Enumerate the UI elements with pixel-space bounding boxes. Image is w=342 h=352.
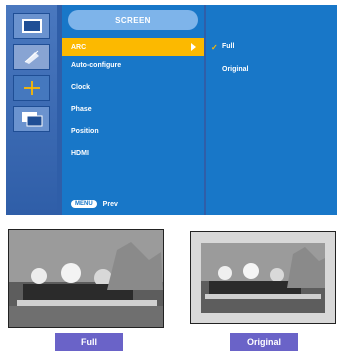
menu-item-clock[interactable]: Clock: [62, 78, 204, 96]
menu-item-hdmi[interactable]: HDMI: [62, 144, 204, 162]
osd-category-rail: [6, 5, 57, 215]
original-example-image: [190, 231, 336, 324]
check-icon: ✓: [211, 43, 218, 52]
picture-icon: [21, 19, 42, 33]
menu-title: SCREEN: [68, 10, 198, 30]
menu-footer: MENU Prev: [71, 200, 118, 208]
menu-item-position[interactable]: Position: [62, 122, 204, 140]
arc-options: ✓ Full Original: [206, 5, 337, 215]
rail-item-screen[interactable]: [13, 75, 50, 101]
original-caption: Original: [230, 333, 298, 351]
move-icon: [23, 81, 40, 95]
screen-icon: [21, 112, 42, 127]
menu-item-phase[interactable]: Phase: [62, 100, 204, 118]
original-scene-picture: [191, 232, 335, 323]
screen-menu: SCREEN ARC Auto-configure Clock Phase Po…: [62, 5, 204, 215]
rail-item-adjust[interactable]: [13, 44, 50, 70]
option-original[interactable]: Original: [222, 66, 248, 73]
menu-item-arc[interactable]: ARC: [62, 38, 204, 56]
adjust-icon: [24, 50, 39, 64]
prev-label: Prev: [102, 200, 118, 208]
chevron-right-icon: [191, 43, 196, 51]
rail-item-other[interactable]: [13, 106, 50, 132]
rail-item-picture[interactable]: [13, 13, 50, 39]
menu-item-auto-configure[interactable]: Auto-configure: [62, 56, 204, 74]
option-full[interactable]: Full: [222, 43, 234, 50]
menu-button-icon[interactable]: MENU: [71, 200, 97, 208]
full-scene-picture: [9, 230, 163, 327]
full-example-image: [8, 229, 164, 328]
full-caption: Full: [55, 333, 123, 351]
